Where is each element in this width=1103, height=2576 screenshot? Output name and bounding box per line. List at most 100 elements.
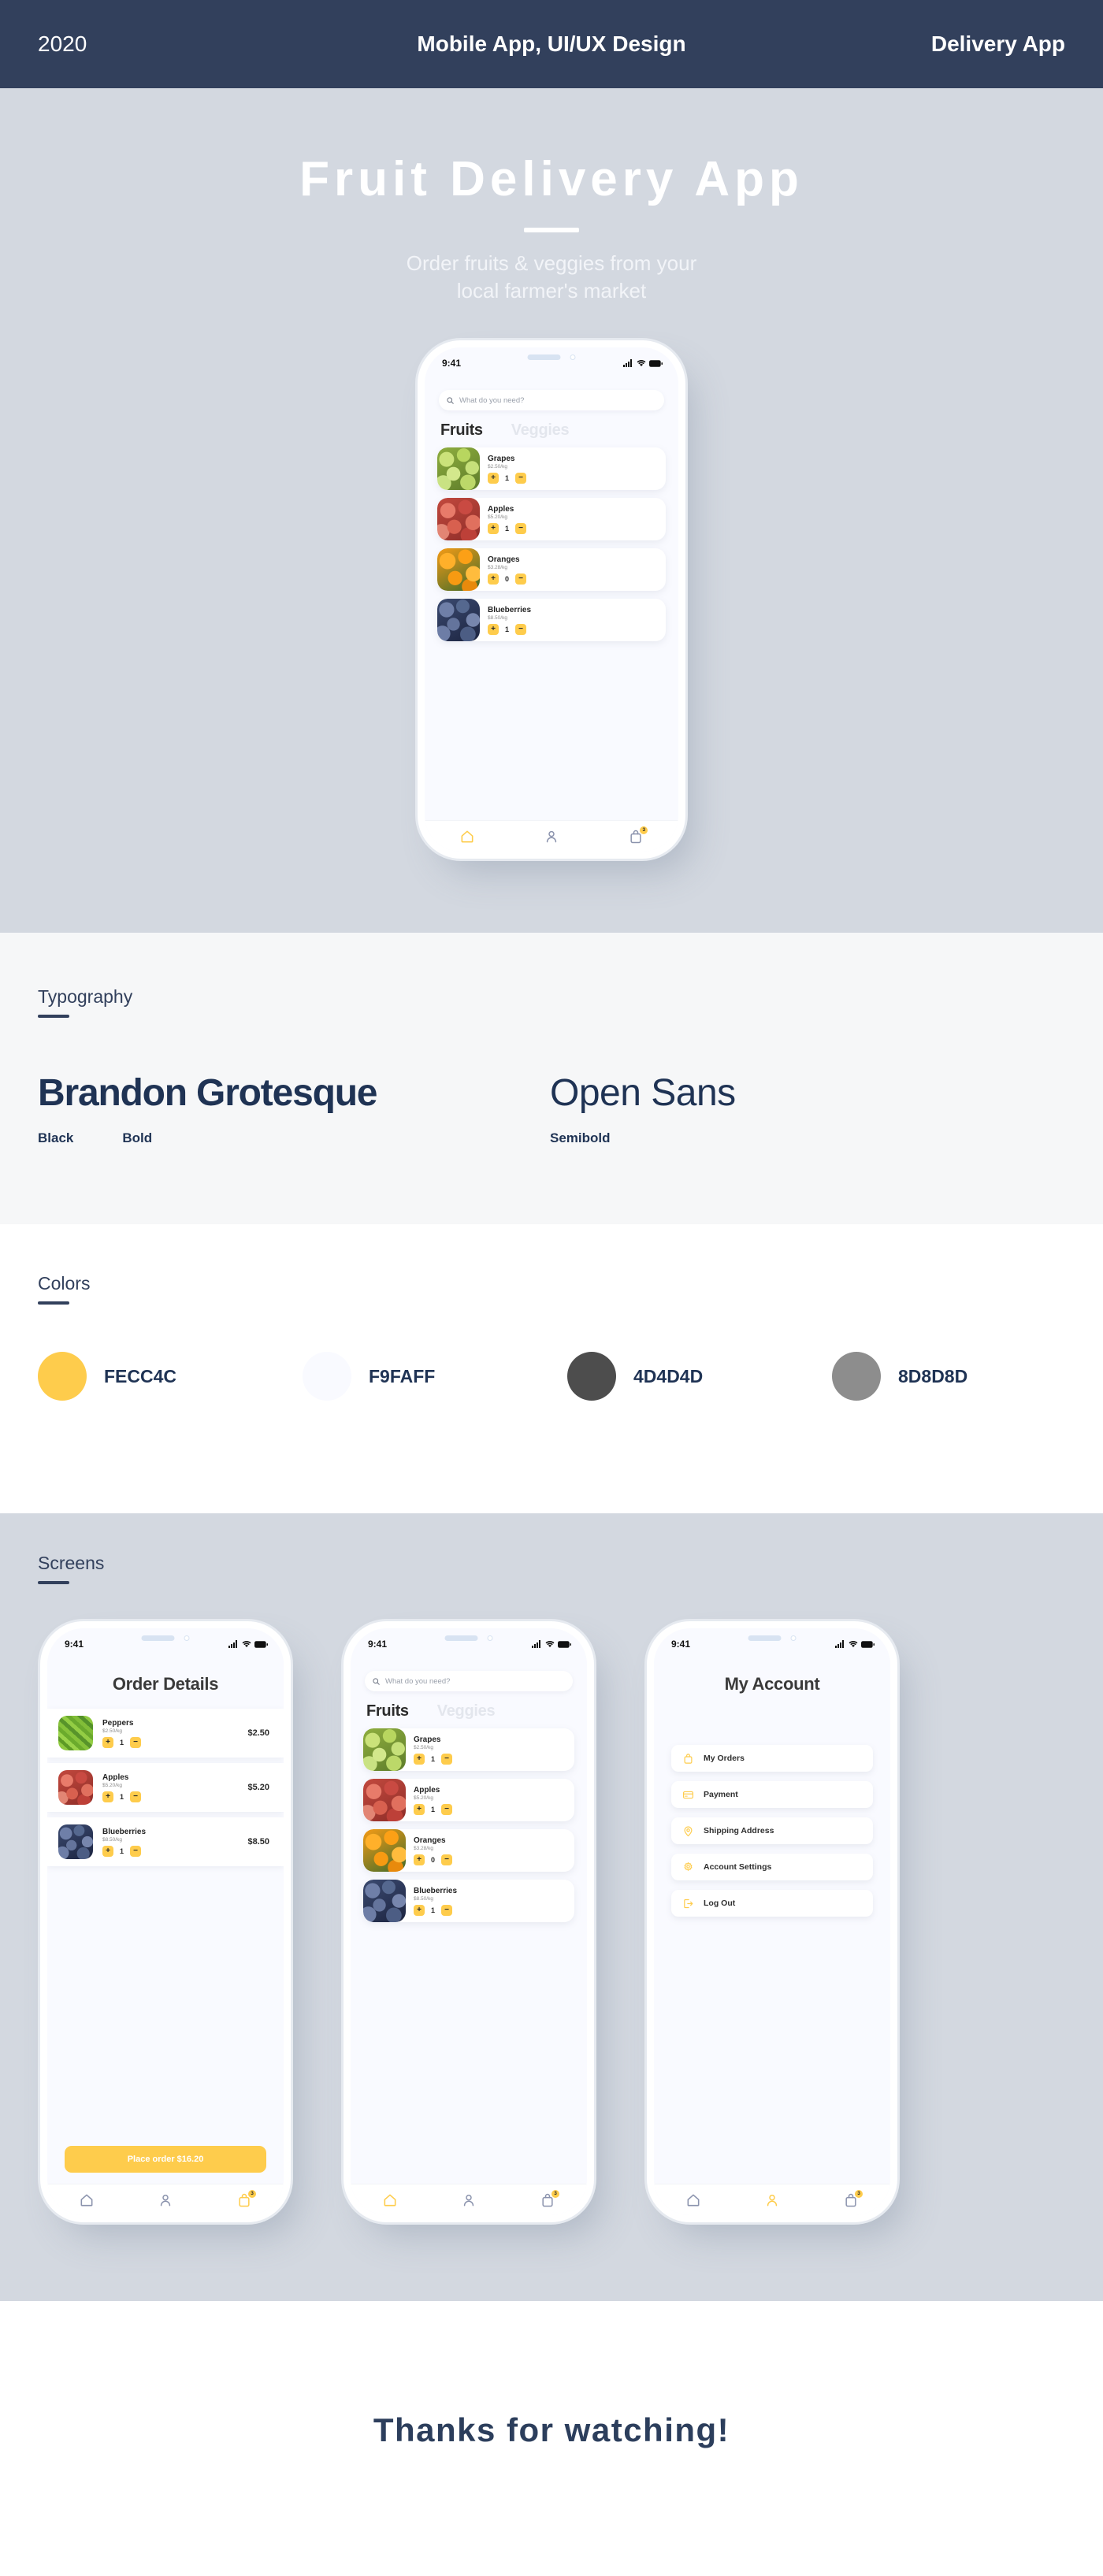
wifi-icon [849, 1640, 858, 1648]
nav-cart-button[interactable]: 3 [843, 2189, 863, 2208]
product-price: $8.50/kg [102, 1836, 122, 1843]
person-icon [160, 2194, 171, 2206]
menu-item-label: My Orders [704, 1754, 745, 1763]
status-bar: 9:41 [654, 1628, 890, 1660]
product-card[interactable]: Apples $5.20/kg + 1 − [437, 498, 666, 541]
product-image [58, 1716, 93, 1750]
quantity-value: 0 [430, 1855, 435, 1864]
battery-icon [861, 1640, 875, 1648]
quantity-value: 1 [430, 1754, 435, 1763]
bottom-navigation: 3 [351, 2184, 587, 2215]
search-icon [447, 397, 454, 404]
tab-veggies[interactable]: Veggies [511, 421, 570, 440]
battery-icon [254, 1640, 268, 1648]
decrement-button[interactable]: − [515, 522, 526, 534]
nav-cart-button[interactable]: 3 [628, 826, 648, 844]
nav-account-button[interactable] [544, 829, 559, 844]
increment-button[interactable]: + [102, 1791, 113, 1802]
search-input[interactable]: What do you need? [365, 1671, 573, 1691]
product-image [363, 1880, 406, 1922]
hero-section: Fruit Delivery App Order fruits & veggie… [0, 88, 1103, 933]
product-name: Grapes [414, 1735, 441, 1744]
order-row[interactable]: Apples $5.20/kg + 1 − $5.20 [47, 1763, 284, 1812]
status-icons [835, 1640, 875, 1648]
decrement-button[interactable]: − [515, 472, 526, 484]
menu-item-my-orders[interactable]: My Orders [671, 1745, 873, 1772]
product-card[interactable]: Blueberries $8.50/kg + 1 − [363, 1880, 574, 1922]
menu-item-log-out[interactable]: Log Out [671, 1890, 873, 1917]
nav-home-button[interactable] [79, 2192, 95, 2208]
product-price: $8.50/kg [414, 1895, 433, 1902]
nav-home-button[interactable] [685, 2192, 701, 2208]
cellular-signal-icon [228, 1640, 237, 1648]
my-account-phone-mockup: 9:41 My Account My Orders Payment Shippi… [654, 1628, 890, 2215]
order-details-phone-mockup: 9:41 Order Details Peppers $2.50/kg + 1 … [47, 1628, 284, 2215]
section-underline [38, 1301, 69, 1305]
color-hex-label: FECC4C [104, 1365, 177, 1386]
font-specimen-opensans: Open Sans Semibold [550, 1071, 1062, 1146]
product-price: $2.50/kg [414, 1744, 433, 1750]
decrement-button[interactable]: − [441, 1803, 452, 1815]
decrement-button[interactable]: − [441, 1753, 452, 1765]
account-menu-list: My Orders Payment Shipping Address Accou… [654, 1709, 890, 2184]
status-bar: 9:41 [47, 1628, 284, 1660]
cart-badge: 3 [248, 2189, 256, 2198]
hero-subtitle-line-1: Order fruits & veggies from your [406, 251, 697, 275]
tab-veggies[interactable]: Veggies [437, 1702, 496, 1720]
product-price: $2.50/kg [102, 1728, 122, 1734]
decrement-button[interactable]: − [515, 623, 526, 635]
increment-button[interactable]: + [414, 1803, 425, 1815]
increment-button[interactable]: + [488, 472, 499, 484]
nav-account-button[interactable] [764, 2192, 780, 2208]
increment-button[interactable]: + [414, 1753, 425, 1765]
place-order-button[interactable]: Place order $16.20 [65, 2146, 266, 2173]
my-account-screen: 9:41 My Account My Orders Payment Shippi… [654, 1628, 890, 2215]
decrement-button[interactable]: − [130, 1845, 141, 1857]
increment-button[interactable]: + [488, 623, 499, 635]
order-row[interactable]: Blueberries $8.50/kg + 1 − $8.50 [47, 1817, 284, 1866]
status-icons [623, 359, 663, 368]
front-camera-icon [184, 1635, 190, 1641]
product-card[interactable]: Oranges $3.28/kg + 0 − [437, 548, 666, 592]
menu-item-payment[interactable]: Payment [671, 1781, 873, 1808]
tab-fruits[interactable]: Fruits [366, 1702, 409, 1720]
product-card[interactable]: Apples $5.20/kg + 1 − [363, 1779, 574, 1821]
search-input[interactable]: What do you need? [439, 390, 664, 411]
increment-button[interactable]: + [414, 1854, 425, 1865]
product-image [437, 599, 480, 642]
quantity-value: 1 [430, 1906, 435, 1914]
wifi-icon [637, 360, 646, 367]
decrement-button[interactable]: − [515, 573, 526, 585]
product-card[interactable]: Blueberries $8.50/kg + 1 − [437, 599, 666, 642]
increment-button[interactable]: + [488, 522, 499, 534]
nav-account-button[interactable] [158, 2192, 173, 2208]
product-card[interactable]: Grapes $2.50/kg + 1 − [363, 1728, 574, 1771]
increment-button[interactable]: + [102, 1736, 113, 1748]
search-icon [373, 1677, 380, 1685]
tab-fruits[interactable]: Fruits [440, 421, 483, 440]
decrement-button[interactable]: − [130, 1736, 141, 1748]
menu-item-shipping-address[interactable]: Shipping Address [671, 1817, 873, 1844]
nav-home-button[interactable] [459, 829, 475, 844]
increment-button[interactable]: + [102, 1845, 113, 1857]
nav-cart-button[interactable]: 3 [236, 2189, 256, 2208]
product-card[interactable]: Oranges $3.28/kg + 0 − [363, 1829, 574, 1872]
menu-item-account-settings[interactable]: Account Settings [671, 1854, 873, 1880]
hero-title: Fruit Delivery App [299, 152, 804, 206]
font-weight: Black [38, 1130, 74, 1145]
product-image [437, 447, 480, 491]
order-row[interactable]: Peppers $2.50/kg + 1 − $2.50 [47, 1709, 284, 1758]
decrement-button[interactable]: − [130, 1791, 141, 1802]
product-name: Oranges [414, 1835, 446, 1845]
nav-home-button[interactable] [382, 2192, 398, 2208]
decrement-button[interactable]: − [441, 1904, 452, 1916]
nav-account-button[interactable] [461, 2192, 477, 2208]
increment-button[interactable]: + [414, 1904, 425, 1916]
line-total: $2.50 [247, 1728, 269, 1738]
credit-card-icon [682, 1791, 694, 1798]
increment-button[interactable]: + [488, 573, 499, 585]
menu-item-label: Log Out [704, 1899, 736, 1908]
nav-cart-button[interactable]: 3 [540, 2189, 559, 2208]
decrement-button[interactable]: − [441, 1854, 452, 1865]
product-card[interactable]: Grapes $2.50/kg + 1 − [437, 447, 666, 491]
